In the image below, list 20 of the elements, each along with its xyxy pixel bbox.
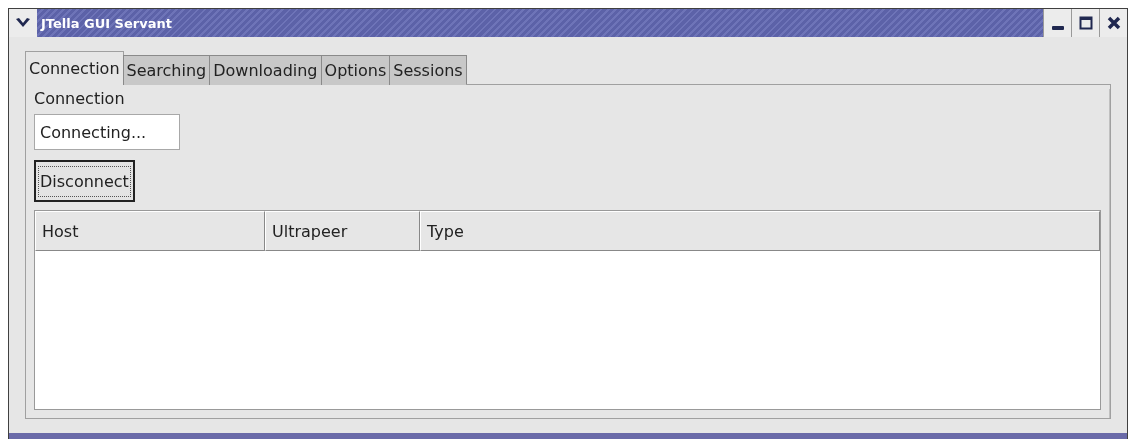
minimize-button[interactable] [1043, 9, 1071, 37]
column-header[interactable]: Type [420, 211, 1100, 251]
column-header[interactable]: Host [35, 211, 265, 251]
tab[interactable]: Downloading [209, 55, 322, 85]
disconnect-button[interactable]: Disconnect [34, 160, 135, 202]
group-title: Connection [34, 89, 125, 108]
column-header[interactable]: Ultrapeer [265, 211, 420, 251]
maximize-button[interactable] [1071, 9, 1099, 37]
tab[interactable]: Connection [25, 51, 124, 85]
close-button[interactable] [1099, 9, 1127, 37]
maximize-icon [1078, 16, 1093, 30]
chevron-down-icon [15, 17, 31, 29]
tab[interactable]: Options [320, 55, 391, 85]
tab[interactable]: Searching [122, 55, 211, 85]
minimize-icon [1051, 25, 1064, 30]
tab[interactable]: Sessions [389, 55, 467, 85]
window-title: JTella GUI Servant [41, 15, 173, 31]
status-field[interactable]: Connecting... [34, 114, 180, 150]
window-menu-button[interactable] [9, 9, 37, 37]
close-icon [1106, 16, 1121, 30]
